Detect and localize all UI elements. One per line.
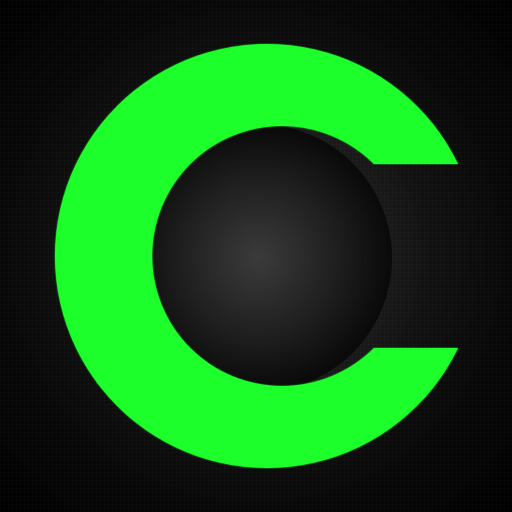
letter-c-logo-icon [55, 44, 459, 469]
app-icon [0, 0, 512, 512]
